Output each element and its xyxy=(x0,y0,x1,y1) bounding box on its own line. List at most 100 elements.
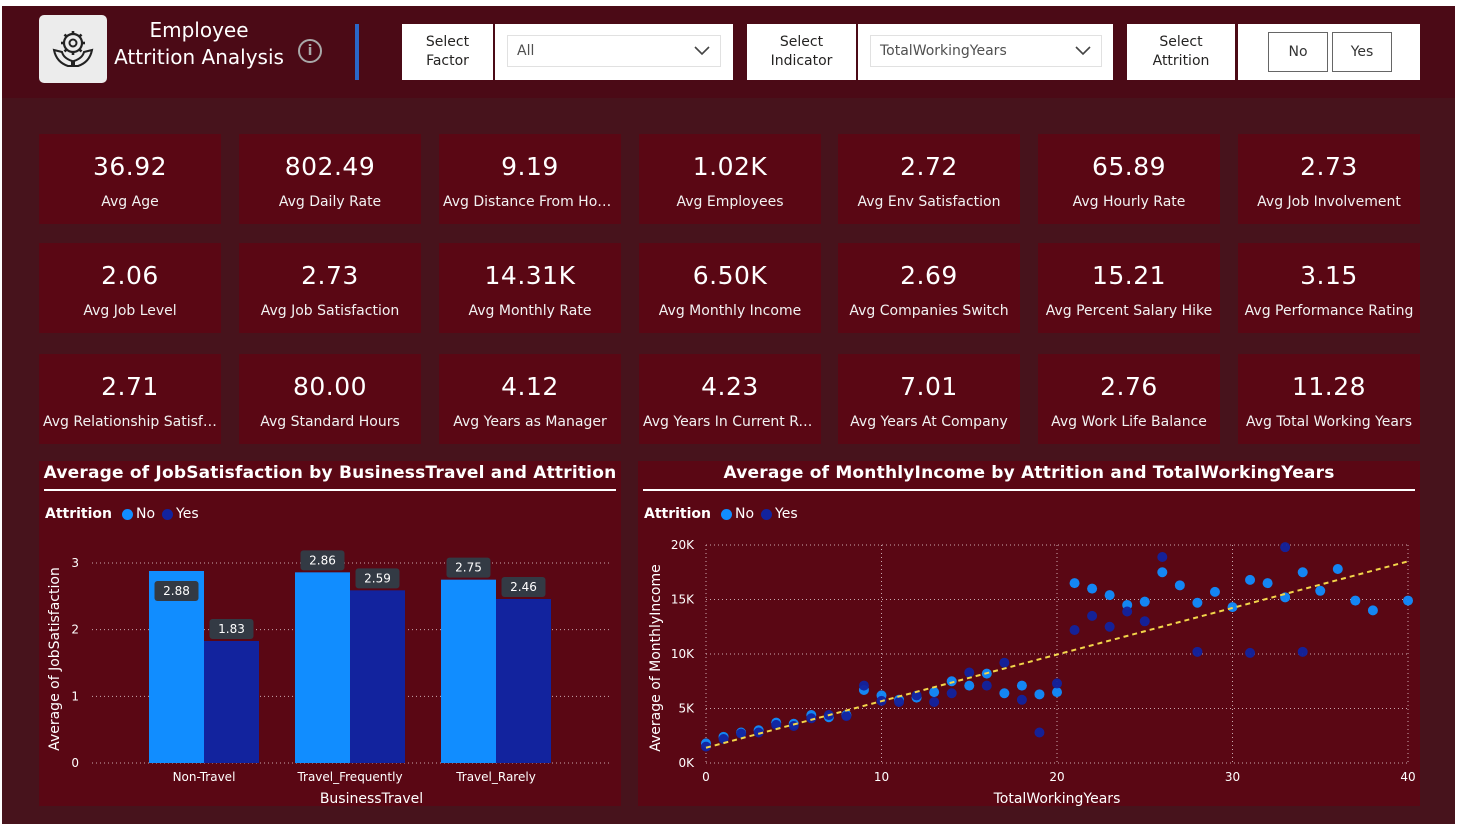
kpi-label: Avg Job Level xyxy=(83,303,177,319)
point-yes xyxy=(929,696,940,707)
kpi-value: 802.49 xyxy=(284,152,376,181)
info-icon[interactable]: i xyxy=(298,39,322,63)
kpi-value: 2.69 xyxy=(900,261,958,290)
x-tick-label: 0 xyxy=(702,770,710,784)
kpi-card: 6.50K Avg Monthly Income xyxy=(639,243,821,333)
point-yes xyxy=(1052,678,1062,689)
kpi-label: Avg Hourly Rate xyxy=(1072,194,1186,210)
dashboard-frame: Employee Attrition Analysis i Select Fact… xyxy=(2,6,1455,824)
point-yes xyxy=(1069,625,1080,636)
kpi-card: 2.76 Avg Work Life Balance xyxy=(1038,354,1220,444)
point-yes xyxy=(788,720,799,731)
y-tick-label: 10K xyxy=(671,647,695,661)
factor-dropdown[interactable]: All xyxy=(507,35,721,67)
x-tick-label: Travel_Rarely xyxy=(455,770,536,784)
app-title-line1: Employee xyxy=(149,18,249,42)
factor-filter-label: Select Factor xyxy=(402,24,493,80)
kpi-card: 14.31K Avg Monthly Rate xyxy=(439,243,621,333)
point-no xyxy=(929,687,940,698)
kpi-card: 80.00 Avg Standard Hours xyxy=(239,354,421,444)
kpi-label: Avg Percent Salary Hike xyxy=(1045,303,1213,319)
point-no xyxy=(1245,574,1256,585)
kpi-card: 3.15 Avg Performance Rating xyxy=(1238,243,1420,333)
kpi-label: Avg Env Satisfaction xyxy=(857,194,1001,210)
kpi-label: Avg Job Satisfaction xyxy=(260,303,400,319)
kpi-value: 2.73 xyxy=(301,261,359,290)
attrition-label-line2: Attrition xyxy=(1152,53,1210,69)
kpi-label: Avg Performance Rating xyxy=(1244,303,1414,319)
point-no xyxy=(1192,597,1203,608)
point-yes xyxy=(1034,727,1045,738)
info-symbol: i xyxy=(307,43,313,59)
kpi-label: Avg Age xyxy=(101,194,159,210)
point-no xyxy=(1157,567,1168,578)
kpi-value: 7.01 xyxy=(900,372,958,401)
point-no xyxy=(1262,578,1273,589)
point-yes xyxy=(1245,647,1256,658)
bar-no xyxy=(441,579,496,763)
point-yes xyxy=(894,696,905,707)
kpi-label: Avg Companies Switch xyxy=(849,303,1009,319)
point-yes xyxy=(1016,694,1027,705)
scatter-chart: 0K 5K 10K 15K 20K 0 10 20 30 40 Average of Monthly… xyxy=(648,538,1416,806)
y-tick-label: 2 xyxy=(71,623,79,637)
x-axis-label: BusinessTravel xyxy=(320,791,423,806)
kpi-value: 65.89 xyxy=(1091,152,1167,181)
kpi-card: 9.19 Avg Distance From Home xyxy=(439,134,621,224)
point-yes xyxy=(1280,542,1291,553)
y-tick-label: 1 xyxy=(71,689,79,703)
point-no xyxy=(1174,580,1185,591)
bar-chart-panel: Average of JobSatisfaction by BusinessTr… xyxy=(39,461,621,806)
factor-dropdown-value: All xyxy=(517,43,535,59)
y-tick-label: 0 xyxy=(71,756,79,770)
x-tick-label: 20 xyxy=(1049,770,1064,784)
y-tick-label: 3 xyxy=(71,556,79,570)
kpi-value: 4.12 xyxy=(501,372,559,401)
y-tick-label: 5K xyxy=(678,702,695,716)
indicator-filter-panel: TotalWorkingYears xyxy=(858,24,1113,80)
app-logo xyxy=(39,15,107,83)
point-no xyxy=(1052,687,1062,698)
kpi-card: 4.23 Avg Years In Current Role xyxy=(639,354,821,444)
point-yes xyxy=(858,680,869,691)
kpi-label: Avg Years At Company xyxy=(850,414,1008,430)
kpi-label: Avg Job Involvement xyxy=(1257,194,1401,210)
attrition-no-button[interactable]: No xyxy=(1268,32,1328,72)
kpi-card: 15.21 Avg Percent Salary Hike xyxy=(1038,243,1220,333)
attrition-filter-panel: No Yes xyxy=(1238,24,1420,80)
indicator-label-line1: Select xyxy=(779,34,824,50)
point-yes xyxy=(1297,646,1308,657)
kpi-value: 14.31K xyxy=(484,261,576,290)
point-yes xyxy=(946,688,957,699)
indicator-dropdown[interactable]: TotalWorkingYears xyxy=(870,35,1102,67)
attrition-label-line1: Select xyxy=(1159,34,1203,50)
point-no xyxy=(1209,586,1220,597)
kpi-card: 7.01 Avg Years At Company xyxy=(838,354,1020,444)
point-no xyxy=(1034,689,1045,700)
point-yes xyxy=(964,667,975,678)
point-no xyxy=(1367,605,1378,616)
kpi-card: 2.72 Avg Env Satisfaction xyxy=(838,134,1020,224)
y-tick-label: 0K xyxy=(678,756,695,770)
point-no xyxy=(1016,680,1027,691)
kpi-card: 2.71 Avg Relationship Satisfa... xyxy=(39,354,221,444)
point-yes xyxy=(1104,621,1115,632)
kpi-value: 15.21 xyxy=(1091,261,1167,290)
kpi-value: 2.72 xyxy=(900,152,958,181)
kpi-value: 9.19 xyxy=(501,152,559,181)
data-label: 1.83 xyxy=(218,622,245,636)
point-no xyxy=(1350,595,1361,606)
kpi-value: 1.02K xyxy=(692,152,768,181)
kpi-label: Avg Total Working Years xyxy=(1245,414,1412,430)
kpi-card: 4.12 Avg Years as Manager xyxy=(439,354,621,444)
kpi-value: 4.23 xyxy=(701,372,759,401)
attrition-yes-button[interactable]: Yes xyxy=(1332,32,1392,72)
kpi-label: Avg Years as Manager xyxy=(453,414,607,430)
kpi-value: 2.73 xyxy=(1300,152,1358,181)
data-label: 2.75 xyxy=(455,561,482,575)
point-no xyxy=(1069,578,1080,589)
point-no xyxy=(1332,563,1343,574)
kpi-value: 11.28 xyxy=(1291,372,1367,401)
data-label: 2.88 xyxy=(163,584,190,598)
x-tick-label: Travel_Frequently xyxy=(296,770,402,784)
